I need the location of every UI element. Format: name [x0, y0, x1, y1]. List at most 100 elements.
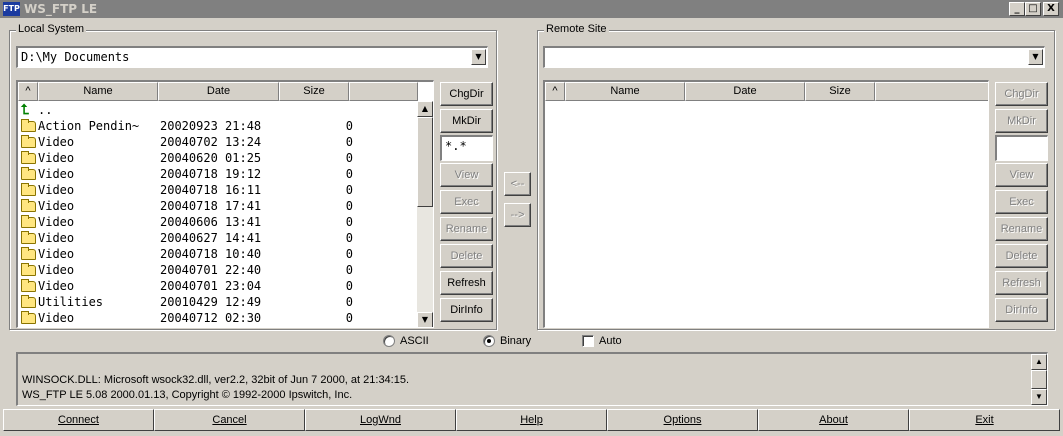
app-icon: FTP [3, 2, 20, 16]
close-button[interactable]: X [1043, 2, 1059, 16]
size-column-header[interactable]: Size [805, 82, 875, 101]
file-name: Video [38, 279, 75, 293]
file-name: Video [38, 151, 75, 165]
folder-icon [21, 279, 36, 292]
local-mask-input[interactable]: *.* [440, 135, 493, 161]
table-row[interactable]: Video 20040620 01:25 0 [18, 150, 418, 166]
file-name: Video [38, 167, 75, 181]
file-name: Action Pendin~ [38, 119, 140, 133]
binary-option[interactable]: Binary [483, 334, 553, 350]
local-dirinfo-button[interactable]: DirInfo [440, 298, 493, 322]
table-row[interactable]: Video 20040718 10:40 0 [18, 246, 418, 262]
date-column-header[interactable]: Date [158, 82, 279, 101]
scroll-up-icon[interactable]: ▲ [1031, 354, 1047, 370]
scroll-down-icon[interactable]: ▼ [1031, 389, 1047, 405]
remote-chgdir-button[interactable]: ChgDir [995, 82, 1048, 106]
file-date: 20040627 14:41 [160, 231, 262, 245]
chevron-down-icon[interactable]: ▼ [1028, 49, 1043, 65]
table-row[interactable]: Action Pendin~ 20020923 21:48 0 [18, 118, 418, 134]
options-button[interactable]: Options [607, 409, 758, 431]
cancel-button[interactable]: Cancel [154, 409, 305, 431]
auto-option[interactable]: Auto [582, 334, 642, 350]
ascii-option[interactable]: ASCII [383, 334, 453, 350]
table-row[interactable]: Video 20040718 16:11 0 [18, 182, 418, 198]
remote-rename-button[interactable]: Rename [995, 217, 1048, 241]
minimize-button[interactable]: _ [1009, 2, 1025, 16]
folder-icon [21, 151, 36, 164]
remote-file-list[interactable]: ^ Name Date Size [543, 80, 989, 328]
remote-exec-button[interactable]: Exec [995, 190, 1048, 214]
table-row[interactable]: Utilities 20010429 12:49 0 [18, 294, 418, 310]
local-rename-button[interactable]: Rename [440, 217, 493, 241]
transfer-to-local-button[interactable]: <-- [504, 172, 531, 196]
file-date: 20040712 02:30 [160, 311, 262, 325]
exit-button[interactable]: Exit [909, 409, 1060, 431]
status-log[interactable]: WINSOCK.DLL: Microsoft wsock32.dll, ver2… [16, 352, 1048, 406]
local-view-button[interactable]: View [440, 163, 493, 187]
auto-checkbox[interactable] [582, 335, 594, 347]
file-name: Video [38, 247, 75, 261]
scroll-thumb[interactable] [1031, 370, 1047, 389]
folder-icon [21, 311, 36, 324]
table-row[interactable]: Video 20040701 23:04 0 [18, 278, 418, 294]
table-row[interactable]: Video 20040718 19:12 0 [18, 166, 418, 182]
remote-dirinfo-button[interactable]: DirInfo [995, 298, 1048, 322]
file-date: 20040718 16:11 [160, 183, 262, 197]
folder-icon [21, 295, 36, 308]
file-name: Video [38, 311, 75, 325]
table-row[interactable]: Video 20040701 22:40 0 [18, 262, 418, 278]
parent-directory-row[interactable]: ⮤.. [18, 102, 418, 118]
local-delete-button[interactable]: Delete [440, 244, 493, 268]
local-exec-button[interactable]: Exec [440, 190, 493, 214]
log-scrollbar[interactable]: ▲ ▼ [1031, 354, 1047, 405]
table-row[interactable]: Video 20040606 13:41 0 [18, 214, 418, 230]
file-name: Video [38, 231, 75, 245]
binary-radio[interactable] [483, 335, 495, 347]
about-button[interactable]: About [758, 409, 909, 431]
maximize-button[interactable]: □ [1025, 2, 1041, 16]
logwnd-button[interactable]: LogWnd [305, 409, 456, 431]
chevron-down-icon[interactable]: ▼ [471, 49, 486, 65]
table-row[interactable]: Video 20040712 02:30 0 [18, 310, 418, 326]
help-button[interactable]: Help [456, 409, 607, 431]
local-scrollbar[interactable]: ▲ ▼ [417, 101, 433, 327]
remote-view-button[interactable]: View [995, 163, 1048, 187]
table-row[interactable]: Video 20040702 13:24 0 [18, 134, 418, 150]
local-chgdir-button[interactable]: ChgDir [440, 82, 493, 106]
scroll-thumb[interactable] [417, 117, 433, 207]
local-mkdir-button[interactable]: MkDir [440, 109, 493, 133]
file-date: 20040701 22:40 [160, 263, 262, 277]
folder-icon [21, 231, 36, 244]
ascii-radio[interactable] [383, 335, 395, 347]
remote-delete-button[interactable]: Delete [995, 244, 1048, 268]
file-date: 20020923 21:48 [160, 119, 262, 133]
name-column-header[interactable]: Name [565, 82, 685, 101]
scroll-down-icon[interactable]: ▼ [417, 312, 433, 327]
connect-button[interactable]: Connect [3, 409, 154, 431]
remote-mkdir-button[interactable]: MkDir [995, 109, 1048, 133]
file-size: 0 [345, 215, 353, 229]
transfer-to-remote-button[interactable]: --> [504, 203, 531, 227]
date-column-header[interactable]: Date [685, 82, 805, 101]
remote-mask-input[interactable] [995, 135, 1048, 161]
remote-path-combo[interactable]: ▼ [543, 46, 1045, 68]
title-bar[interactable]: FTP WS_FTP LE _ □ X [0, 0, 1063, 18]
size-column-header[interactable]: Size [279, 82, 349, 101]
file-size: 0 [345, 151, 353, 165]
file-name: Video [38, 183, 75, 197]
file-date: 20010429 12:49 [160, 295, 262, 309]
empty-column-header [875, 82, 988, 101]
sort-column-header[interactable]: ^ [545, 82, 565, 101]
table-row[interactable]: Video 20040627 14:41 0 [18, 230, 418, 246]
table-row[interactable]: Video 20040718 17:41 0 [18, 198, 418, 214]
local-path-combo[interactable]: D:\My Documents ▼ [16, 46, 488, 68]
local-file-list[interactable]: ^ Name Date Size ⮤.. Action Pendin~ 200209… [16, 80, 434, 328]
file-date: 20040718 19:12 [160, 167, 262, 181]
name-column-header[interactable]: Name [38, 82, 158, 101]
file-size: 0 [345, 167, 353, 181]
scroll-up-icon[interactable]: ▲ [417, 101, 433, 117]
remote-refresh-button[interactable]: Refresh [995, 271, 1048, 295]
local-refresh-button[interactable]: Refresh [440, 271, 493, 295]
local-system-label: Local System [16, 23, 87, 35]
sort-column-header[interactable]: ^ [18, 82, 38, 101]
